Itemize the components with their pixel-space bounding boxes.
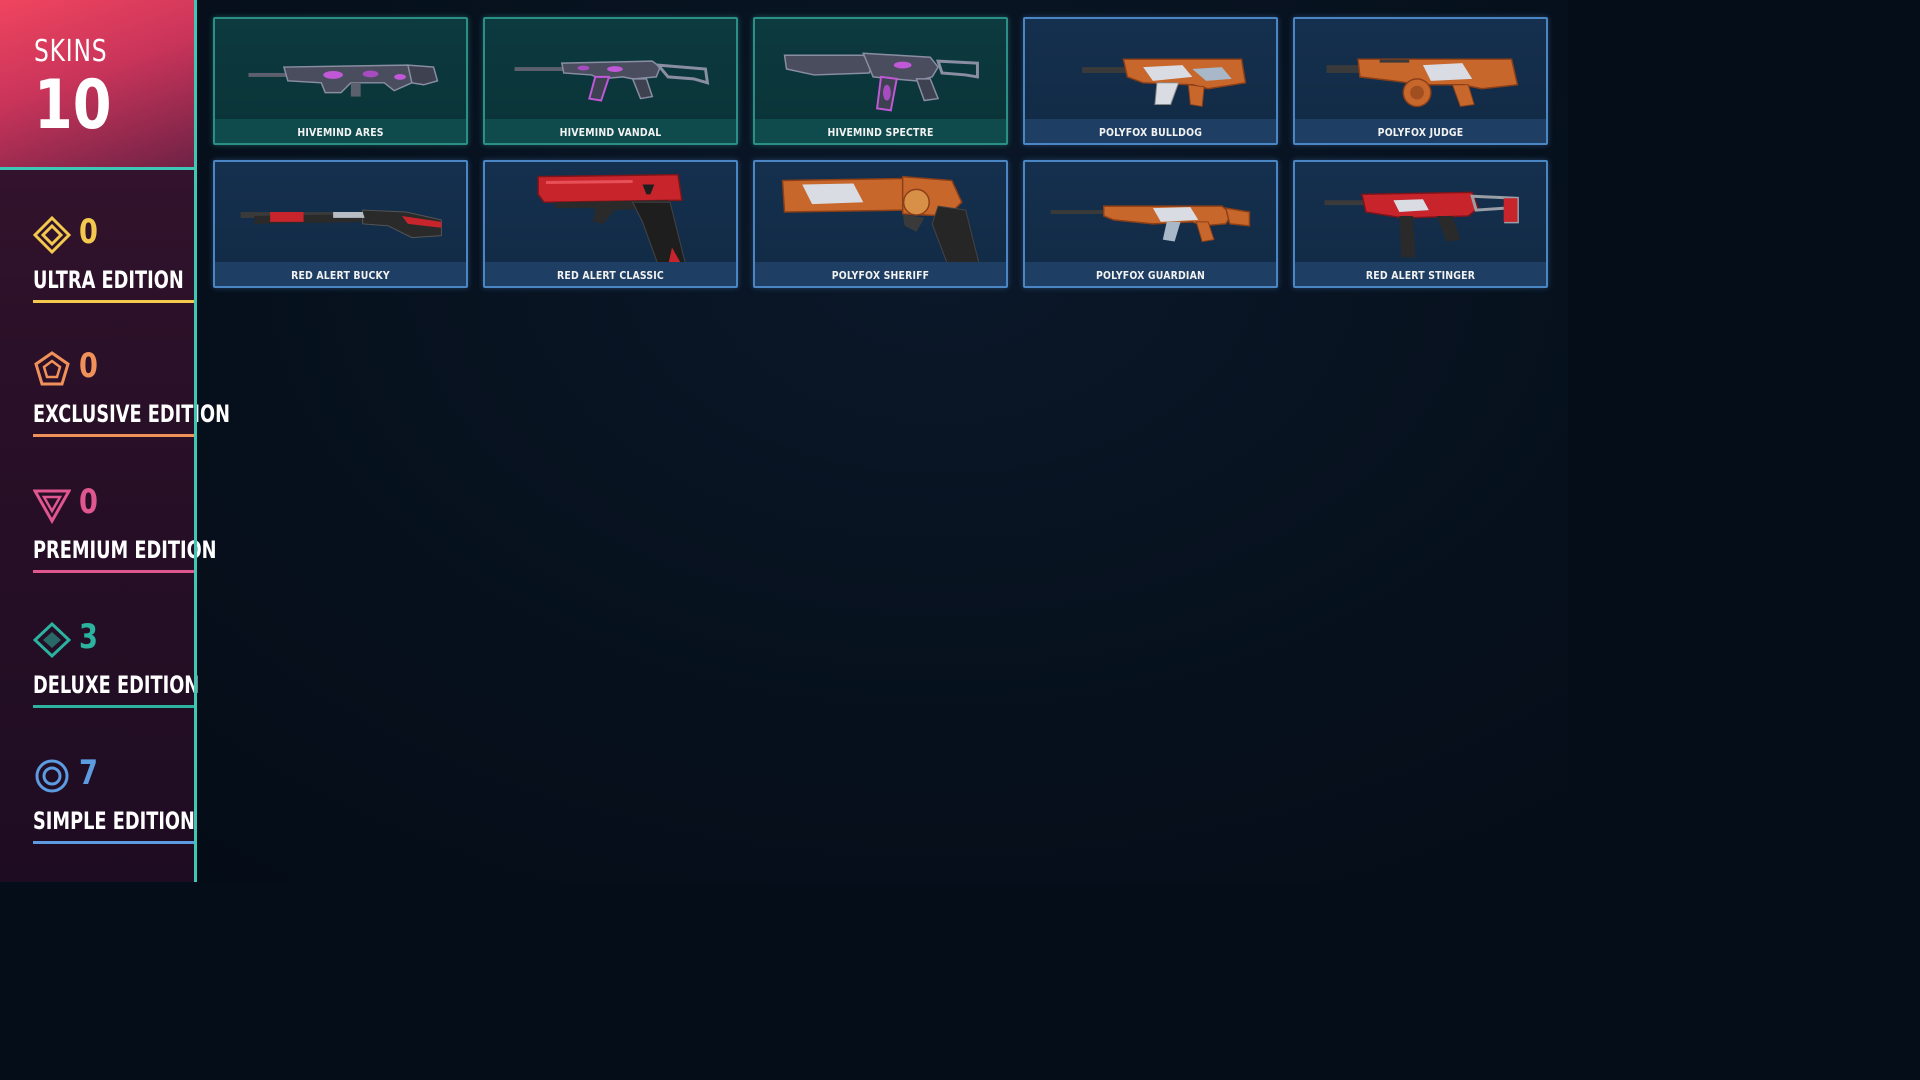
deluxe-rhombus-icon bbox=[33, 621, 71, 659]
edition-label: DELUXE EDITION bbox=[33, 671, 200, 699]
skin-name: POLYFOX SHERIFF bbox=[831, 269, 930, 282]
skin-name: POLYFOX JUDGE bbox=[1377, 126, 1464, 139]
stinger-smg-icon bbox=[1324, 191, 1519, 258]
edition-underline bbox=[33, 841, 194, 844]
skin-name: RED ALERT BUCKY bbox=[291, 269, 390, 282]
classic-pistol-icon bbox=[537, 173, 687, 266]
skin-name: HIVEMIND SPECTRE bbox=[827, 126, 934, 139]
skin-card[interactable]: POLYFOX JUDGE bbox=[1293, 17, 1548, 145]
edition-count: 3 bbox=[79, 617, 98, 657]
edition-underline bbox=[33, 300, 194, 303]
skin-card[interactable]: HIVEMIND VANDAL bbox=[483, 17, 738, 145]
skin-name: POLYFOX BULLDOG bbox=[1098, 126, 1203, 139]
edition-exclusive[interactable]: 0 EXCLUSIVE EDITION bbox=[33, 346, 230, 450]
judge-shotgun-icon bbox=[1326, 58, 1519, 108]
collection-screen: SKINS 10 0 ULTRA EDITION 0 EXCLUSIVE EDI… bbox=[0, 0, 1568, 882]
skin-card[interactable]: RED ALERT BUCKY bbox=[213, 160, 468, 288]
edition-simple[interactable]: 7 SIMPLE EDITION bbox=[33, 753, 195, 857]
sheriff-revolver-icon bbox=[781, 175, 981, 266]
skin-card[interactable]: HIVEMIND SPECTRE bbox=[753, 17, 1008, 145]
skins-label: SKINS bbox=[34, 34, 108, 69]
edition-label: ULTRA EDITION bbox=[33, 266, 184, 294]
skin-card[interactable]: POLYFOX SHERIFF bbox=[753, 160, 1008, 288]
edition-underline bbox=[33, 434, 194, 437]
edition-count: 0 bbox=[79, 482, 98, 522]
vandal-rifle-icon bbox=[514, 60, 710, 102]
spectre-smg-icon bbox=[783, 52, 979, 112]
edition-count: 0 bbox=[79, 346, 98, 386]
skins-summary: SKINS 10 bbox=[0, 0, 194, 170]
edition-underline bbox=[33, 705, 194, 708]
edition-premium[interactable]: 0 PREMIUM EDITION bbox=[33, 482, 217, 586]
edition-label: PREMIUM EDITION bbox=[33, 536, 217, 564]
sidebar-divider bbox=[194, 0, 197, 882]
edition-deluxe[interactable]: 3 DELUXE EDITION bbox=[33, 617, 199, 721]
ultra-diamond-icon bbox=[33, 216, 71, 254]
edition-count: 7 bbox=[79, 753, 98, 793]
skin-name: HIVEMIND VANDAL bbox=[559, 126, 662, 139]
skin-card[interactable]: RED ALERT STINGER bbox=[1293, 160, 1548, 288]
skin-card[interactable]: HIVEMIND ARES bbox=[213, 17, 468, 145]
premium-triangle-icon bbox=[33, 489, 71, 524]
bucky-shotgun-icon bbox=[240, 209, 442, 239]
edition-label: SIMPLE EDITION bbox=[33, 807, 195, 835]
bulldog-rifle-icon bbox=[1082, 58, 1247, 108]
edition-underline bbox=[33, 570, 194, 573]
skin-name: RED ALERT STINGER bbox=[1365, 269, 1476, 282]
guardian-rifle-icon bbox=[1050, 205, 1251, 243]
skin-name: RED ALERT CLASSIC bbox=[557, 269, 664, 282]
skin-name: HIVEMIND ARES bbox=[297, 126, 384, 139]
skin-name: POLYFOX GUARDIAN bbox=[1096, 269, 1205, 282]
skins-count: 10 bbox=[34, 66, 112, 145]
skin-card[interactable]: POLYFOX GUARDIAN bbox=[1023, 160, 1278, 288]
simple-ring-icon bbox=[35, 759, 69, 793]
skin-card[interactable]: POLYFOX BULLDOG bbox=[1023, 17, 1278, 145]
edition-count: 0 bbox=[79, 212, 98, 252]
edition-ultra[interactable]: 0 ULTRA EDITION bbox=[33, 212, 194, 316]
ares-rifle-icon bbox=[248, 64, 439, 97]
exclusive-pentagon-icon bbox=[34, 351, 70, 386]
edition-label: EXCLUSIVE EDITION bbox=[33, 400, 230, 428]
edition-sidebar: SKINS 10 0 ULTRA EDITION 0 EXCLUSIVE EDI… bbox=[0, 0, 230, 882]
skin-card[interactable]: RED ALERT CLASSIC bbox=[483, 160, 738, 288]
